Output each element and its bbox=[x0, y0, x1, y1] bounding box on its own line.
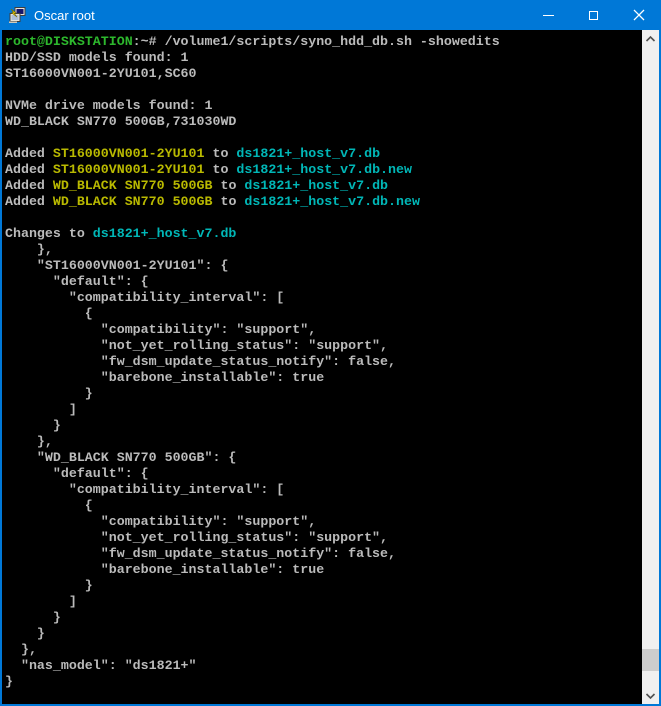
terminal-line: Added WD_BLACK SN770 500GB to ds1821+_ho… bbox=[5, 194, 642, 210]
terminal-line: } bbox=[5, 418, 642, 434]
terminal-line: WD_BLACK SN770 500GB,731030WD bbox=[5, 114, 642, 130]
window-controls bbox=[526, 0, 661, 30]
terminal-line: } bbox=[5, 578, 642, 594]
terminal-output: root@DISKSTATION:~# /volume1/scripts/syn… bbox=[5, 34, 642, 690]
terminal-line: Added ST16000VN001-2YU101 to ds1821+_hos… bbox=[5, 162, 642, 178]
terminal-line: } bbox=[5, 386, 642, 402]
terminal-line: "compatibility_interval": [ bbox=[5, 290, 642, 306]
terminal-line: "not_yet_rolling_status": "support", bbox=[5, 338, 642, 354]
terminal-line: "WD_BLACK SN770 500GB": { bbox=[5, 450, 642, 466]
terminal-line: } bbox=[5, 674, 642, 690]
terminal-line: "fw_dsm_update_status_notify": false, bbox=[5, 546, 642, 562]
terminal-line: ] bbox=[5, 402, 642, 418]
terminal-line: "barebone_installable": true bbox=[5, 562, 642, 578]
scrollbar-down-button[interactable] bbox=[642, 687, 659, 704]
chevron-down-icon bbox=[645, 692, 656, 700]
terminal-line: "compatibility": "support", bbox=[5, 322, 642, 338]
terminal-line: "compatibility_interval": [ bbox=[5, 482, 642, 498]
scrollbar-thumb[interactable] bbox=[642, 649, 659, 671]
terminal-line bbox=[5, 210, 642, 226]
terminal-line: ST16000VN001-2YU101,SC60 bbox=[5, 66, 642, 82]
scrollbar-up-button[interactable] bbox=[642, 30, 659, 47]
terminal-screen[interactable]: root@DISKSTATION:~# /volume1/scripts/syn… bbox=[2, 30, 642, 704]
close-icon bbox=[633, 9, 645, 21]
minimize-icon bbox=[543, 15, 554, 16]
terminal-line: "compatibility": "support", bbox=[5, 514, 642, 530]
terminal-line: }, bbox=[5, 242, 642, 258]
maximize-icon bbox=[589, 11, 598, 20]
terminal-line: "ST16000VN001-2YU101": { bbox=[5, 258, 642, 274]
terminal-line: "not_yet_rolling_status": "support", bbox=[5, 530, 642, 546]
terminal-line: root@DISKSTATION:~# /volume1/scripts/syn… bbox=[5, 34, 642, 50]
titlebar[interactable]: Oscar root bbox=[0, 0, 661, 30]
terminal-line: "default": { bbox=[5, 274, 642, 290]
terminal-line: Changes to ds1821+_host_v7.db bbox=[5, 226, 642, 242]
terminal-line: "nas_model": "ds1821+" bbox=[5, 658, 642, 674]
terminal-line: }, bbox=[5, 434, 642, 450]
terminal-line: ] bbox=[5, 594, 642, 610]
putty-window: Oscar root root@DISKSTATION:~# /volume1/… bbox=[0, 0, 661, 706]
terminal-line: Added ST16000VN001-2YU101 to ds1821+_hos… bbox=[5, 146, 642, 162]
terminal-line: "barebone_installable": true bbox=[5, 370, 642, 386]
putty-app-icon bbox=[8, 7, 26, 23]
terminal-line: { bbox=[5, 306, 642, 322]
window-body: root@DISKSTATION:~# /volume1/scripts/syn… bbox=[0, 30, 661, 706]
chevron-up-icon bbox=[645, 35, 656, 43]
terminal-line: "default": { bbox=[5, 466, 642, 482]
terminal-line: HDD/SSD models found: 1 bbox=[5, 50, 642, 66]
terminal-line bbox=[5, 82, 642, 98]
minimize-button[interactable] bbox=[526, 0, 571, 30]
terminal-line: } bbox=[5, 610, 642, 626]
terminal-line: } bbox=[5, 626, 642, 642]
terminal-line: { bbox=[5, 498, 642, 514]
maximize-button[interactable] bbox=[571, 0, 616, 30]
scrollbar[interactable] bbox=[642, 30, 659, 704]
window-title: Oscar root bbox=[34, 8, 95, 23]
terminal-line bbox=[5, 130, 642, 146]
terminal-line: }, bbox=[5, 642, 642, 658]
close-button[interactable] bbox=[616, 0, 661, 30]
terminal-line: NVMe drive models found: 1 bbox=[5, 98, 642, 114]
terminal-line: "fw_dsm_update_status_notify": false, bbox=[5, 354, 642, 370]
terminal-line: Added WD_BLACK SN770 500GB to ds1821+_ho… bbox=[5, 178, 642, 194]
